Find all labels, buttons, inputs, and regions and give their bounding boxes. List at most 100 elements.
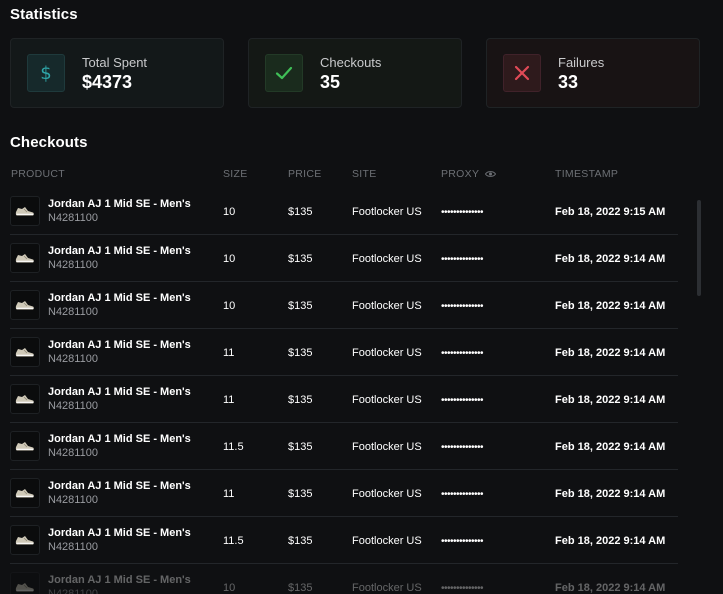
site-cell: Footlocker US — [352, 582, 422, 594]
sneaker-icon — [10, 572, 40, 594]
timestamp-cell: Feb 18, 2022 9:14 AM — [555, 441, 666, 453]
size-cell: 11 — [223, 488, 235, 500]
product-sku: N4281100 — [48, 306, 98, 318]
timestamp-cell: Feb 18, 2022 9:15 AM — [555, 206, 666, 218]
proxy-cell: •••••••••••••• — [441, 583, 484, 594]
failures-value: 33 — [558, 72, 579, 92]
price-cell: $135 — [288, 488, 313, 500]
sneaker-icon — [10, 478, 40, 508]
proxy-cell: •••••••••••••• — [441, 395, 484, 406]
size-cell: 11 — [223, 347, 235, 359]
table-row[interactable]: Jordan AJ 1 Mid SE - Men's N4281100 10 $… — [0, 282, 680, 329]
total-spent-card: $ Total Spent $4373 — [10, 38, 224, 108]
price-cell: $135 — [288, 441, 313, 453]
product-name: Jordan AJ 1 Mid SE - Men's — [48, 433, 191, 445]
site-cell: Footlocker US — [352, 488, 422, 500]
site-cell: Footlocker US — [352, 300, 422, 312]
sneaker-icon — [10, 196, 40, 226]
price-cell: $135 — [288, 206, 313, 218]
proxy-cell: •••••••••••••• — [441, 207, 484, 218]
scrollbar-thumb[interactable] — [697, 200, 701, 296]
checkouts-title: Checkouts — [10, 134, 88, 151]
column-header-proxy[interactable]: PROXY — [441, 168, 497, 180]
sneaker-icon — [10, 384, 40, 414]
proxy-cell: •••••••••••••• — [441, 442, 484, 453]
product-sku: N4281100 — [48, 400, 98, 412]
check-icon — [265, 54, 303, 92]
column-header-proxy-label: PROXY — [441, 168, 480, 180]
timestamp-cell: Feb 18, 2022 9:14 AM — [555, 394, 666, 406]
sneaker-icon — [10, 243, 40, 273]
column-header-site[interactable]: SITE — [352, 168, 377, 180]
table-row[interactable]: Jordan AJ 1 Mid SE - Men's N4281100 11 $… — [0, 376, 680, 423]
product-name: Jordan AJ 1 Mid SE - Men's — [48, 245, 191, 257]
table-row[interactable]: Jordan AJ 1 Mid SE - Men's N4281100 11.5… — [0, 517, 680, 564]
timestamp-cell: Feb 18, 2022 9:14 AM — [555, 582, 666, 594]
product-sku: N4281100 — [48, 494, 98, 506]
price-cell: $135 — [288, 535, 313, 547]
sneaker-icon — [10, 337, 40, 367]
price-cell: $135 — [288, 253, 313, 265]
checkouts-value: 35 — [320, 72, 341, 92]
site-cell: Footlocker US — [352, 394, 422, 406]
table-row[interactable]: Jordan AJ 1 Mid SE - Men's N4281100 10 $… — [0, 235, 680, 282]
column-header-product[interactable]: PRODUCT — [11, 168, 65, 180]
size-cell: 11.5 — [223, 441, 244, 453]
product-sku: N4281100 — [48, 588, 98, 594]
site-cell: Footlocker US — [352, 535, 422, 547]
product-sku: N4281100 — [48, 259, 98, 271]
timestamp-cell: Feb 18, 2022 9:14 AM — [555, 535, 666, 547]
product-name: Jordan AJ 1 Mid SE - Men's — [48, 292, 191, 304]
timestamp-cell: Feb 18, 2022 9:14 AM — [555, 347, 666, 359]
table-row[interactable]: Jordan AJ 1 Mid SE - Men's N4281100 11.5… — [0, 423, 680, 470]
dashboard: Statistics $ Total Spent $4373 Checkouts… — [0, 0, 723, 594]
sneaker-icon — [10, 525, 40, 555]
checkouts-card: Checkouts 35 — [248, 38, 462, 108]
table-row[interactable]: Jordan AJ 1 Mid SE - Men's N4281100 11 $… — [0, 470, 680, 517]
site-cell: Footlocker US — [352, 441, 422, 453]
timestamp-cell: Feb 18, 2022 9:14 AM — [555, 253, 666, 265]
table-row[interactable]: Jordan AJ 1 Mid SE - Men's N4281100 11 $… — [0, 329, 680, 376]
statistics-title: Statistics — [10, 6, 78, 23]
checkouts-label: Checkouts — [320, 55, 382, 70]
proxy-cell: •••••••••••••• — [441, 536, 484, 547]
proxy-cell: •••••••••••••• — [441, 489, 484, 500]
size-cell: 10 — [223, 300, 236, 312]
column-header-timestamp[interactable]: TIMESTAMP — [555, 168, 618, 180]
proxy-cell: •••••••••••••• — [441, 301, 484, 312]
failures-card: Failures 33 — [486, 38, 700, 108]
eye-icon[interactable] — [485, 170, 497, 178]
column-header-size[interactable]: SIZE — [223, 168, 248, 180]
size-cell: 11.5 — [223, 535, 244, 547]
dollar-icon: $ — [27, 54, 65, 92]
sneaker-icon — [10, 431, 40, 461]
product-sku: N4281100 — [48, 212, 98, 224]
product-name: Jordan AJ 1 Mid SE - Men's — [48, 527, 191, 539]
svg-text:$: $ — [40, 63, 51, 84]
proxy-cell: •••••••••••••• — [441, 254, 484, 265]
product-name: Jordan AJ 1 Mid SE - Men's — [48, 574, 191, 586]
table-row[interactable]: Jordan AJ 1 Mid SE - Men's N4281100 10 $… — [0, 564, 680, 594]
price-cell: $135 — [288, 394, 313, 406]
product-name: Jordan AJ 1 Mid SE - Men's — [48, 198, 191, 210]
table-row[interactable]: Jordan AJ 1 Mid SE - Men's N4281100 10 $… — [0, 188, 680, 235]
sneaker-icon — [10, 290, 40, 320]
product-name: Jordan AJ 1 Mid SE - Men's — [48, 339, 191, 351]
site-cell: Footlocker US — [352, 347, 422, 359]
proxy-cell: •••••••••••••• — [441, 348, 484, 359]
size-cell: 10 — [223, 253, 236, 265]
product-name: Jordan AJ 1 Mid SE - Men's — [48, 386, 191, 398]
timestamp-cell: Feb 18, 2022 9:14 AM — [555, 300, 666, 312]
size-cell: 10 — [223, 582, 236, 594]
product-sku: N4281100 — [48, 447, 98, 459]
product-sku: N4281100 — [48, 541, 98, 553]
product-name: Jordan AJ 1 Mid SE - Men's — [48, 480, 191, 492]
x-icon — [503, 54, 541, 92]
failures-label: Failures — [558, 55, 605, 70]
total-spent-label: Total Spent — [82, 55, 148, 70]
site-cell: Footlocker US — [352, 206, 422, 218]
total-spent-value: $4373 — [82, 72, 133, 92]
price-cell: $135 — [288, 300, 313, 312]
column-header-price[interactable]: PRICE — [288, 168, 322, 180]
price-cell: $135 — [288, 347, 313, 359]
